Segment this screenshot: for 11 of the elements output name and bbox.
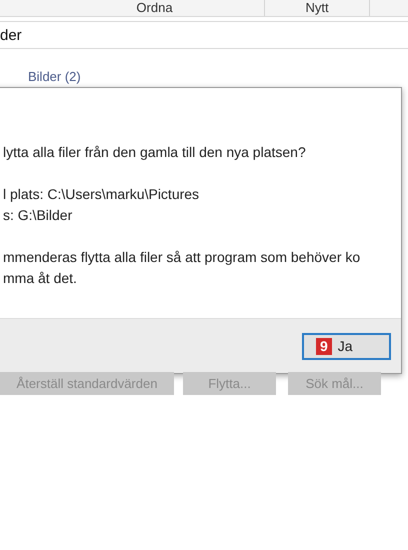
ribbon-tab[interactable]: Ordna xyxy=(0,0,265,16)
message-text: mma åt det. xyxy=(3,269,78,288)
message-text: lytta alla filer från den gamla till den nya platsen? xyxy=(3,143,307,162)
message-text: l plats: C:\Users\marku\Pictures xyxy=(3,185,200,204)
folder-link[interactable]: Bilder (2) xyxy=(28,69,81,84)
ribbon-tab[interactable]: Nytt xyxy=(265,0,370,16)
message-text: mmenderas flytta alla filer så att program som behöver ko xyxy=(3,248,362,267)
message-text: s: G:\Bilder xyxy=(3,206,74,225)
path-field[interactable]: der xyxy=(0,21,408,49)
yes-button[interactable]: 9 Ja xyxy=(302,332,391,360)
number-badge: 9 xyxy=(316,338,332,354)
